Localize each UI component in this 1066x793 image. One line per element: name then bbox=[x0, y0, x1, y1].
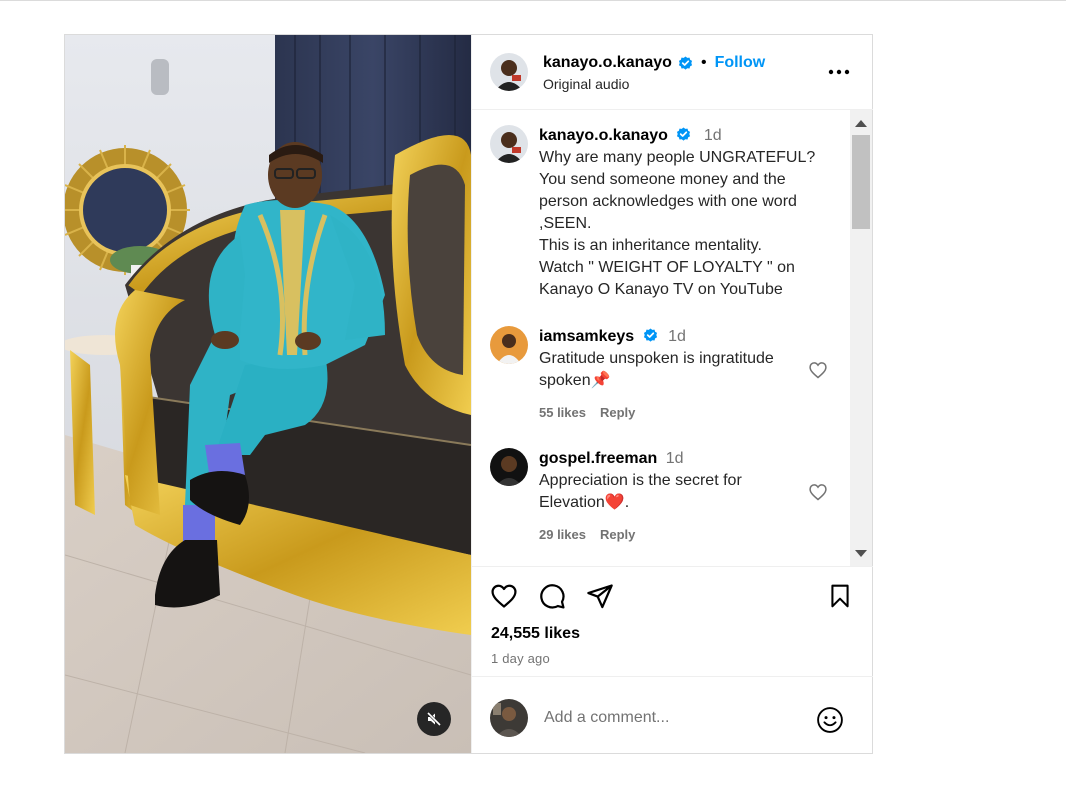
add-comment-bar bbox=[472, 676, 873, 753]
share-button[interactable] bbox=[585, 581, 615, 611]
caption-avatar[interactable] bbox=[490, 125, 528, 163]
scroll-down-arrow-icon[interactable] bbox=[855, 550, 867, 557]
likes-count[interactable]: 24,555 likes bbox=[491, 625, 580, 643]
comment-meta: 29 likes Reply bbox=[539, 524, 809, 546]
like-button[interactable] bbox=[489, 581, 519, 611]
bookmark-icon bbox=[831, 584, 849, 608]
post-timestamp[interactable]: 1 day ago bbox=[491, 651, 550, 666]
verified-badge-icon bbox=[678, 55, 693, 70]
like-comment-button[interactable] bbox=[808, 360, 828, 380]
comment-body: gospel.freeman 1d Appreciation is the se… bbox=[539, 448, 809, 546]
comment-icon bbox=[540, 584, 565, 609]
verified-badge-icon bbox=[643, 328, 657, 342]
save-button[interactable] bbox=[825, 581, 855, 611]
reply-button[interactable]: Reply bbox=[600, 524, 635, 546]
current-user-avatar[interactable] bbox=[490, 699, 528, 737]
post-video[interactable] bbox=[65, 35, 471, 753]
comment-time[interactable]: 1d bbox=[666, 450, 684, 467]
separator-dot: • bbox=[700, 54, 707, 71]
caption-body: kanayo.o.kanayo 1d Why are many people U… bbox=[539, 125, 829, 301]
caption-text: Why are many people UNGRATEFUL? You send… bbox=[539, 149, 816, 298]
comments-scrollbar[interactable] bbox=[850, 110, 872, 566]
comments-list: kanayo.o.kanayo 1d Why are many people U… bbox=[472, 110, 850, 566]
comment-button[interactable] bbox=[537, 581, 567, 611]
follow-button[interactable]: Follow bbox=[715, 54, 766, 72]
more-options-button[interactable] bbox=[826, 61, 852, 83]
verified-badge-icon bbox=[677, 127, 691, 141]
comment-likes[interactable]: 29 likes bbox=[539, 524, 586, 546]
speaker-muted-icon bbox=[426, 711, 442, 727]
post-dialog: kanayo.o.kanayo • Follow Original audio bbox=[64, 34, 873, 754]
mute-button[interactable] bbox=[417, 702, 451, 736]
comment-username[interactable]: iamsamkeys bbox=[539, 328, 634, 345]
caption-username[interactable]: kanayo.o.kanayo bbox=[539, 127, 668, 144]
comment-text: Gratitude unspoken is ingratitude spoken… bbox=[539, 350, 774, 389]
commenter-avatar[interactable] bbox=[490, 326, 528, 364]
post-panel: kanayo.o.kanayo • Follow Original audio bbox=[471, 35, 873, 753]
scrollbar-thumb[interactable] bbox=[852, 135, 870, 229]
scroll-up-arrow-icon[interactable] bbox=[855, 120, 867, 127]
heart-icon bbox=[491, 584, 517, 608]
comment-body: iamsamkeys 1d Gratitude unspoken is ingr… bbox=[539, 326, 809, 424]
comment-time[interactable]: 1d bbox=[668, 328, 686, 345]
comment-text: Appreciation is the secret for Elevation… bbox=[539, 472, 742, 511]
comment-username[interactable]: gospel.freeman bbox=[539, 450, 657, 467]
comment-likes[interactable]: 55 likes bbox=[539, 402, 586, 424]
send-icon bbox=[587, 584, 613, 609]
emoji-icon[interactable] bbox=[816, 706, 844, 734]
author-avatar[interactable] bbox=[490, 53, 528, 91]
author-username[interactable]: kanayo.o.kanayo bbox=[543, 54, 672, 72]
author-line: kanayo.o.kanayo • Follow bbox=[543, 54, 765, 72]
top-divider bbox=[0, 0, 1066, 1]
commenter-avatar[interactable] bbox=[490, 448, 528, 486]
like-comment-button[interactable] bbox=[808, 482, 828, 502]
caption-time[interactable]: 1d bbox=[704, 127, 722, 144]
add-comment-input[interactable] bbox=[544, 705, 804, 731]
post-header: kanayo.o.kanayo • Follow Original audio bbox=[472, 35, 873, 110]
action-bar: 24,555 likes 1 day ago bbox=[472, 566, 873, 676]
audio-label[interactable]: Original audio bbox=[543, 76, 629, 92]
more-options-icon bbox=[828, 69, 850, 75]
comment-meta: 55 likes Reply bbox=[539, 402, 809, 424]
reply-button[interactable]: Reply bbox=[600, 402, 635, 424]
video-frame bbox=[65, 35, 471, 753]
